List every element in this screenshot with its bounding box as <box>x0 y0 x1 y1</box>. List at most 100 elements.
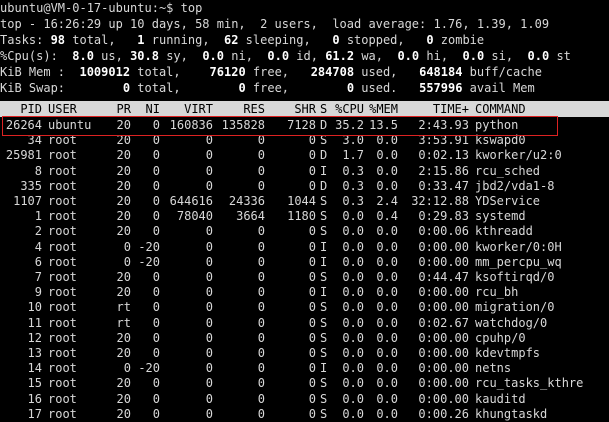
cell-res: 0 <box>257 406 265 421</box>
cell-user: root <box>48 209 77 224</box>
cell-virt: 0 <box>205 330 213 345</box>
summary-label: sleeping, <box>238 33 333 47</box>
summary-value: 61.2 <box>325 49 355 63</box>
cell-mem: 2.4 <box>376 194 398 208</box>
cell-state: S <box>320 391 328 406</box>
cell-ni: 0 <box>152 209 160 224</box>
summary-label: si, <box>484 49 528 63</box>
cell-mem: 0.0 <box>376 376 398 391</box>
cell-mem: 0.0 <box>376 133 398 148</box>
cell-user: root <box>48 315 77 330</box>
cell-user: root <box>48 391 77 406</box>
process-row[interactable]: 6 root 0 -20 0 0 0 I 0.0 0.0 0:00.00 mm_percpu_wq <box>0 254 609 270</box>
cell-time: 0:44.47 <box>418 270 469 284</box>
cell-time: 0:00.26 <box>418 406 469 421</box>
cell-user: root <box>48 361 77 376</box>
cell-shr: 7128 <box>287 118 316 132</box>
cell-shr: 0 <box>308 376 316 391</box>
cell-pr: 0 <box>123 239 131 254</box>
process-row[interactable]: 26264 ubuntu 20 0 160836 135828 7128 D 35.2 13.5 2… <box>0 117 609 133</box>
terminal-window[interactable]: ubuntu@VM-0-17-ubuntu:~$ top top - 16:26… <box>0 0 609 422</box>
cell-user: root <box>48 346 77 360</box>
process-row[interactable]: 8 root 20 0 0 0 0 I 0.3 0.0 2:15.86 rcu_sched <box>0 163 609 179</box>
process-row[interactable]: 11 root rt 0 0 0 0 S 0.0 0.0 0:02.67 watchdog/0 <box>0 315 609 331</box>
cell-pr: 20 <box>116 330 131 345</box>
summary-value: 0.0 <box>397 49 420 63</box>
cell-command: kauditd <box>475 391 526 406</box>
cell-res: 0 <box>257 346 265 360</box>
cell-res: 135828 <box>221 118 265 132</box>
cell-user: root <box>48 148 77 163</box>
cell-pid: 13 <box>27 346 42 360</box>
cell-state: S <box>320 224 328 239</box>
process-row[interactable]: 1 root 20 0 78040 3664 1180 S 0.0 0.4 0:29.83 syste… <box>0 208 609 224</box>
process-row[interactable]: 2 root 20 0 0 0 0 S 0.0 0.0 0:00.06 kthreadd <box>0 223 609 239</box>
process-row[interactable]: 14 root 0 -20 0 0 0 I 0.0 0.0 0:00.00 netns <box>0 360 609 376</box>
cell-mem: 13.5 <box>369 118 398 132</box>
summary-value: 0 <box>238 81 246 95</box>
process-row[interactable]: 4 root 0 -20 0 0 0 I 0.0 0.0 0:00.00 kworker/0:0H <box>0 239 609 255</box>
process-row[interactable]: 17 root 20 0 0 0 0 S 0.0 0.0 0:00.26 khungtaskd <box>0 406 609 422</box>
cell-cpu: 0.0 <box>342 254 364 269</box>
cell-shr: 1180 <box>287 209 316 224</box>
cell-res: 0 <box>257 315 265 330</box>
cell-mem: 0.4 <box>376 209 398 224</box>
cell-ni: -20 <box>138 361 160 376</box>
cell-pid: 11 <box>27 315 42 330</box>
cell-cpu: 0.0 <box>342 361 364 376</box>
cell-user: root <box>48 254 77 269</box>
process-row[interactable]: 16 root 20 0 0 0 0 S 0.0 0.0 0:00.00 kauditd <box>0 391 609 407</box>
cell-virt: 0 <box>205 346 213 360</box>
cell-cpu: 0.0 <box>342 300 364 315</box>
cell-ni: 0 <box>152 300 160 315</box>
cell-pr: 20 <box>116 270 131 284</box>
cell-virt: 0 <box>205 391 213 406</box>
cell-cpu: 0.0 <box>342 224 364 239</box>
cell-virt: 0 <box>205 315 213 330</box>
summary-value: 1 <box>137 33 145 47</box>
cell-pr: 20 <box>116 133 131 148</box>
cell-command: netns <box>475 361 512 376</box>
cell-shr: 0 <box>308 330 316 345</box>
process-row[interactable]: 25981 root 20 0 0 0 0 D 1.7 0.0 0:02.13 kworker/u2:… <box>0 147 609 163</box>
cell-user: root <box>48 178 77 193</box>
process-row[interactable]: 10 root rt 0 0 0 0 S 0.0 0.0 0:00.00 migration/0 <box>0 299 609 315</box>
cell-state: I <box>320 285 328 300</box>
process-row[interactable]: 1107 root 20 0 644616 24336 1044 S 0.3 2.4 32:12.8… <box>0 193 609 209</box>
cell-virt: 0 <box>205 300 213 315</box>
process-row[interactable]: 15 root 20 0 0 0 0 S 0.0 0.0 0:00.00 rcu_tasks_kthr… <box>0 375 609 391</box>
cell-res: 0 <box>257 133 265 148</box>
shell-prompt: ubuntu@VM-0-17-ubuntu:~$ top <box>0 1 203 15</box>
cell-shr: 0 <box>308 346 316 360</box>
cell-cpu: 1.7 <box>342 148 364 163</box>
process-row[interactable]: 34 root 20 0 0 0 0 S 3.0 0.0 3:53.91 kswapd0 <box>0 132 609 148</box>
cell-pid: 16 <box>27 391 42 406</box>
cell-time: 0:33.47 <box>418 178 469 193</box>
cell-cpu: 35.2 <box>335 118 364 132</box>
cell-state: S <box>320 133 328 148</box>
summary-label: free, <box>245 65 311 79</box>
cell-pr: 0 <box>123 361 131 376</box>
summary-label: Tasks: <box>0 33 51 47</box>
process-row[interactable]: 9 root 20 0 0 0 0 I 0.0 0.0 0:00.00 rcu_bh <box>0 284 609 300</box>
summary-label: buff/cache <box>462 65 542 79</box>
cell-user: root <box>48 406 77 421</box>
cell-user: root <box>48 224 77 239</box>
cell-virt: VIRT <box>184 102 213 116</box>
process-row[interactable]: 13 root 20 0 0 0 0 S 0.0 0.0 0:00.00 kdevtmpfs <box>0 345 609 361</box>
cell-pid: 10 <box>27 300 42 315</box>
summary-label: id, <box>289 49 326 63</box>
cell-pr: 20 <box>116 376 131 391</box>
process-row[interactable]: 7 root 20 0 0 0 0 S 0.0 0.0 0:44.47 ksoftirqd/0 <box>0 269 609 285</box>
cell-res: RES <box>243 102 265 116</box>
cell-command: rcu_bh <box>475 285 519 300</box>
cell-command: rcu_tasks_kthre <box>475 376 584 391</box>
process-row[interactable]: 12 root 20 0 0 0 0 S 0.0 0.0 0:00.00 cpuhp/0 <box>0 330 609 346</box>
summary-value: 0.0 <box>462 49 485 63</box>
cell-pid: 6 <box>34 254 42 269</box>
process-row[interactable]: 335 root 20 0 0 0 0 D 0.3 0.0 0:33.47 jbd2/vda1-8 <box>0 178 609 194</box>
cell-ni: 0 <box>152 133 160 148</box>
cell-shr: SHR <box>294 102 316 116</box>
cell-cpu: 3.0 <box>342 133 364 148</box>
cell-ni: 0 <box>152 391 160 406</box>
